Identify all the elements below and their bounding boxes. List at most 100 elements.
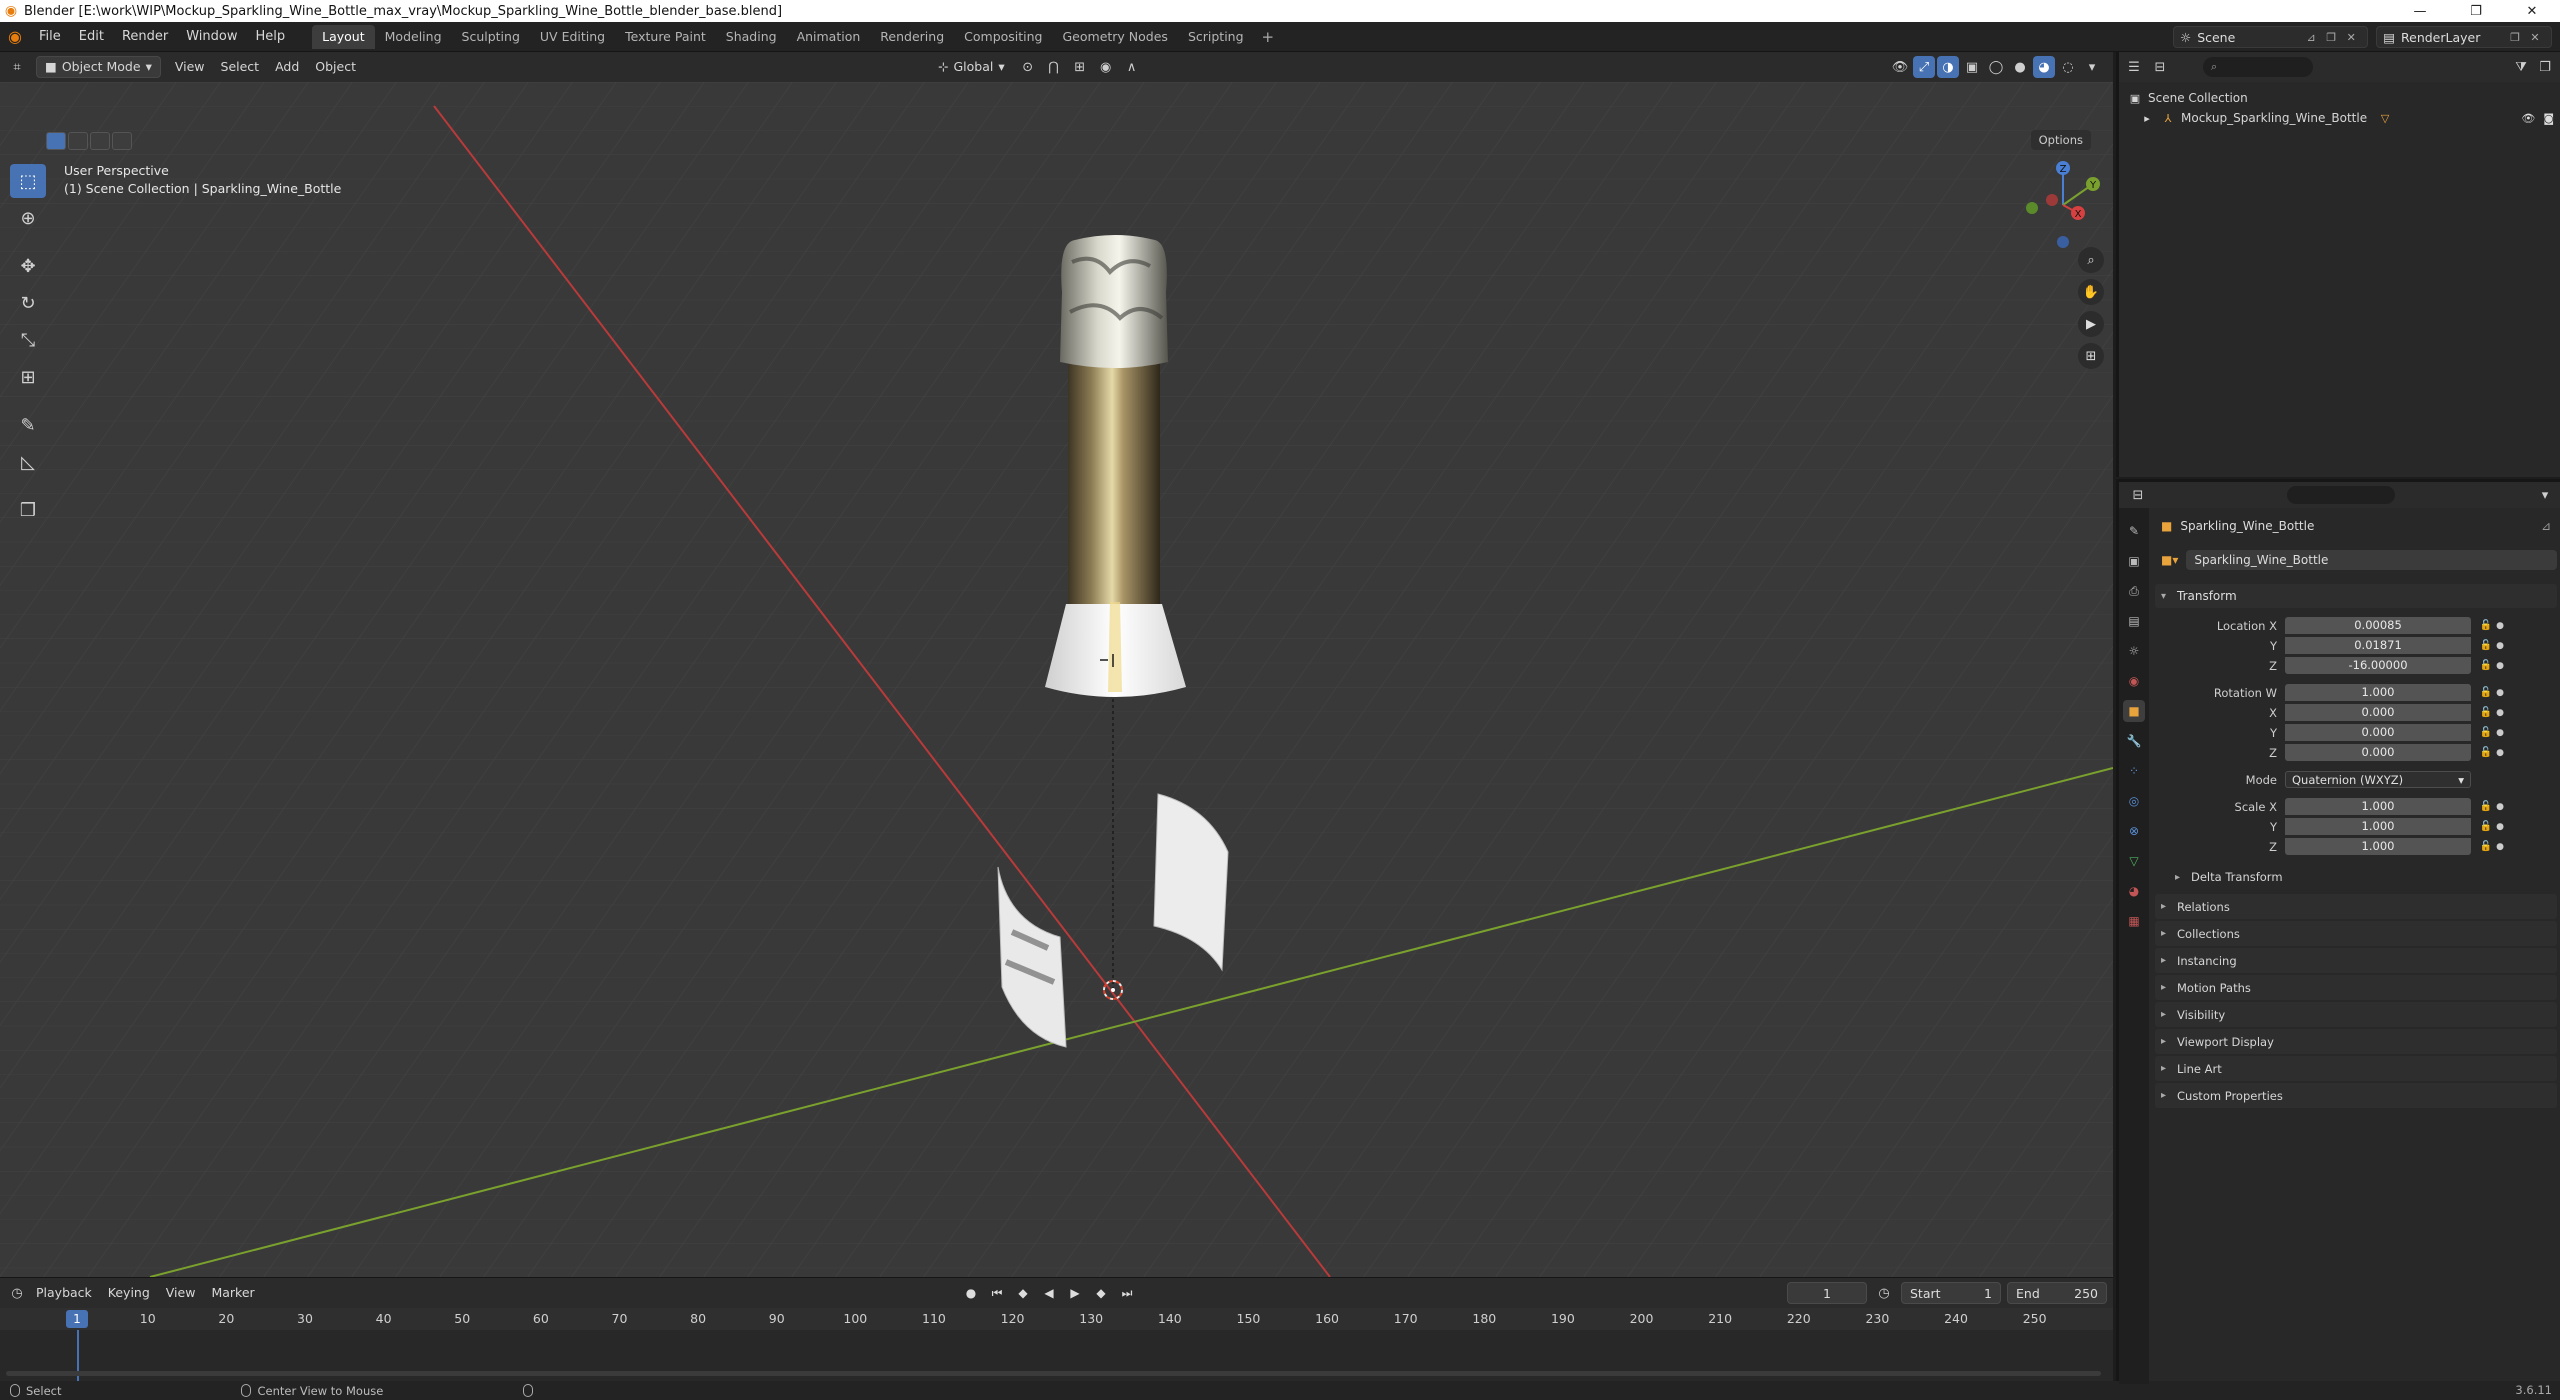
menu-edit[interactable]: Edit <box>70 22 113 52</box>
camera-render-icon[interactable]: ◙ <box>2543 112 2554 125</box>
zoom-icon[interactable]: ⌕ <box>2078 247 2104 273</box>
lock-icon[interactable]: 🔓 <box>2477 747 2495 758</box>
keyframe-dot-icon[interactable]: ● <box>2495 661 2505 671</box>
pan-hand-icon[interactable]: ✋ <box>2078 279 2104 305</box>
scale-y-field[interactable]: 1.000 <box>2285 818 2471 835</box>
rotation-z-field[interactable]: 0.000 <box>2285 744 2471 761</box>
play-icon[interactable]: ▶ <box>1064 1282 1086 1304</box>
location-z-field[interactable]: -16.00000 <box>2285 657 2471 674</box>
lock-icon[interactable]: 🔓 <box>2477 801 2495 812</box>
current-frame-field[interactable]: 1 <box>1787 1282 1867 1304</box>
scale-x-field[interactable]: 1.000 <box>2285 798 2471 815</box>
add-cube-tool-icon[interactable]: ❒ <box>10 493 46 527</box>
tab-texture-paint[interactable]: Texture Paint <box>615 25 716 49</box>
menu-add[interactable]: Add <box>267 56 307 78</box>
panel-line-art[interactable]: ▸ Line Art <box>2155 1056 2557 1081</box>
lock-icon[interactable]: 🔓 <box>2477 821 2495 832</box>
select-new-button[interactable] <box>46 132 66 150</box>
panel-relations[interactable]: ▸ Relations <box>2155 894 2557 919</box>
physics-tab-icon[interactable]: ◎ <box>2123 790 2145 812</box>
cursor-tool-icon[interactable]: ⊕ <box>10 201 46 235</box>
move-tool-icon[interactable]: ✥ <box>10 249 46 283</box>
menu-help[interactable]: Help <box>247 22 295 52</box>
transform-panel-header[interactable]: ▾ Transform <box>2155 584 2557 608</box>
view-layer-selector[interactable]: ▤ RenderLayer ❐ ✕ <box>2376 26 2552 48</box>
panel-visibility[interactable]: ▸ Visibility <box>2155 1002 2557 1027</box>
snap-target-icon[interactable]: ⊞ <box>1069 56 1091 78</box>
add-workspace-icon[interactable]: + <box>1254 28 1283 46</box>
snap-icon[interactable]: ⋂ <box>1043 56 1065 78</box>
properties-search-input[interactable] <box>2287 486 2395 504</box>
record-icon[interactable]: ● <box>960 1282 982 1304</box>
lock-icon[interactable]: 🔓 <box>2477 687 2495 698</box>
lock-icon[interactable]: 🔓 <box>2477 841 2495 852</box>
select-subtract-button[interactable] <box>90 132 110 150</box>
start-frame-field[interactable]: Start 1 <box>1901 1282 2001 1304</box>
menu-file[interactable]: File <box>30 22 70 52</box>
eye-icon[interactable]: 👁 <box>2521 112 2535 125</box>
options-dropdown[interactable]: Options <box>2030 130 2091 150</box>
new-collection-icon[interactable]: ❐ <box>2534 56 2556 78</box>
jump-start-icon[interactable]: ⏮ <box>986 1282 1008 1304</box>
panel-custom-properties[interactable]: ▸ Custom Properties <box>2155 1083 2557 1108</box>
lock-icon[interactable]: 🔓 <box>2477 660 2495 671</box>
material-shading-icon[interactable]: ◕ <box>2033 56 2055 78</box>
modifiers-tab-icon[interactable]: 🔧 <box>2123 730 2145 752</box>
outliner-search-input[interactable]: ⌕ <box>2203 57 2313 77</box>
rotate-tool-icon[interactable]: ↻ <box>10 286 46 320</box>
lock-icon[interactable]: 🔓 <box>2477 707 2495 718</box>
filter-icon[interactable]: ⧩ <box>2510 56 2532 78</box>
proportional-edit-icon[interactable]: ◉ <box>1095 56 1117 78</box>
menu-object[interactable]: Object <box>307 56 364 78</box>
navigation-gizmo[interactable]: Z Y X <box>2018 160 2108 250</box>
ortho-grid-icon[interactable]: ⊞ <box>2078 343 2104 369</box>
lock-icon[interactable]: 🔓 <box>2477 620 2495 631</box>
panel-viewport-display[interactable]: ▸ Viewport Display <box>2155 1029 2557 1054</box>
render-tab-icon[interactable]: ▣ <box>2123 550 2145 572</box>
select-extend-button[interactable] <box>68 132 88 150</box>
scene-selector[interactable]: ☼ Scene ⊿ ❐ ✕ <box>2172 26 2369 48</box>
menu-marker[interactable]: Marker <box>203 1278 262 1308</box>
tab-sculpting[interactable]: Sculpting <box>452 25 530 49</box>
3d-viewport[interactable]: ⌗ ■ Object Mode ▾ View Select Add Object… <box>0 52 2113 1277</box>
orientation-dropdown[interactable]: ⊹ Global ▾ <box>930 56 1013 78</box>
scale-z-field[interactable]: 1.000 <box>2285 838 2471 855</box>
menu-playback[interactable]: Playback <box>28 1278 100 1308</box>
world-tab-icon[interactable]: ◉ <box>2123 670 2145 692</box>
keyframe-area[interactable] <box>0 1330 2113 1382</box>
properties-options-icon[interactable]: ▾ <box>2534 484 2556 506</box>
keyframe-dot-icon[interactable]: ● <box>2495 822 2505 832</box>
prev-keyframe-icon[interactable]: ◆ <box>1012 1282 1034 1304</box>
close-button[interactable]: ✕ <box>2504 0 2560 22</box>
maximize-button[interactable]: ❐ <box>2448 0 2504 22</box>
display-mode-icon[interactable]: ⊟ <box>2149 56 2171 78</box>
gizmo-neg-x-icon[interactable] <box>2046 194 2058 206</box>
timeline-editor-type-icon[interactable]: ◷ <box>6 1282 28 1304</box>
location-y-field[interactable]: 0.01871 <box>2285 637 2471 654</box>
lock-icon[interactable]: 🔓 <box>2477 727 2495 738</box>
pin-icon[interactable]: ⊿ <box>2301 31 2321 44</box>
material-tab-icon[interactable]: ◕ <box>2123 880 2145 902</box>
view-layer-tab-icon[interactable]: ▤ <box>2123 610 2145 632</box>
pin-context-icon[interactable]: ⊿ <box>2541 519 2551 533</box>
rendered-shading-icon[interactable]: ◌ <box>2057 56 2079 78</box>
tab-layout[interactable]: Layout <box>312 24 375 49</box>
xray-icon[interactable]: ▣ <box>1961 56 1983 78</box>
menu-view[interactable]: View <box>167 56 213 78</box>
transform-tool-icon[interactable]: ⊞ <box>10 360 46 394</box>
panel-collections[interactable]: ▸ Collections <box>2155 921 2557 946</box>
object-tab-icon[interactable]: ■ <box>2123 700 2145 722</box>
keyframe-dot-icon[interactable]: ● <box>2495 842 2505 852</box>
scale-tool-icon[interactable]: ⤡ <box>10 323 46 357</box>
gizmo-toggle-icon[interactable]: ⤢ <box>1913 56 1935 78</box>
shading-options-icon[interactable]: ▾ <box>2081 56 2103 78</box>
object-datablock-icon[interactable]: ■▾ <box>2161 553 2178 567</box>
menu-keying[interactable]: Keying <box>100 1278 158 1308</box>
expand-arrow-icon[interactable]: ▸ <box>2139 112 2155 125</box>
outliner-row-scene-collection[interactable]: ▣ Scene Collection <box>2127 88 2560 108</box>
viewport-scene[interactable] <box>0 82 2113 1277</box>
panel-motion-paths[interactable]: ▸ Motion Paths <box>2155 975 2557 1000</box>
tab-uv-editing[interactable]: UV Editing <box>530 25 615 49</box>
pivot-icon[interactable]: ⊙ <box>1017 56 1039 78</box>
lock-icon[interactable]: 🔓 <box>2477 640 2495 651</box>
